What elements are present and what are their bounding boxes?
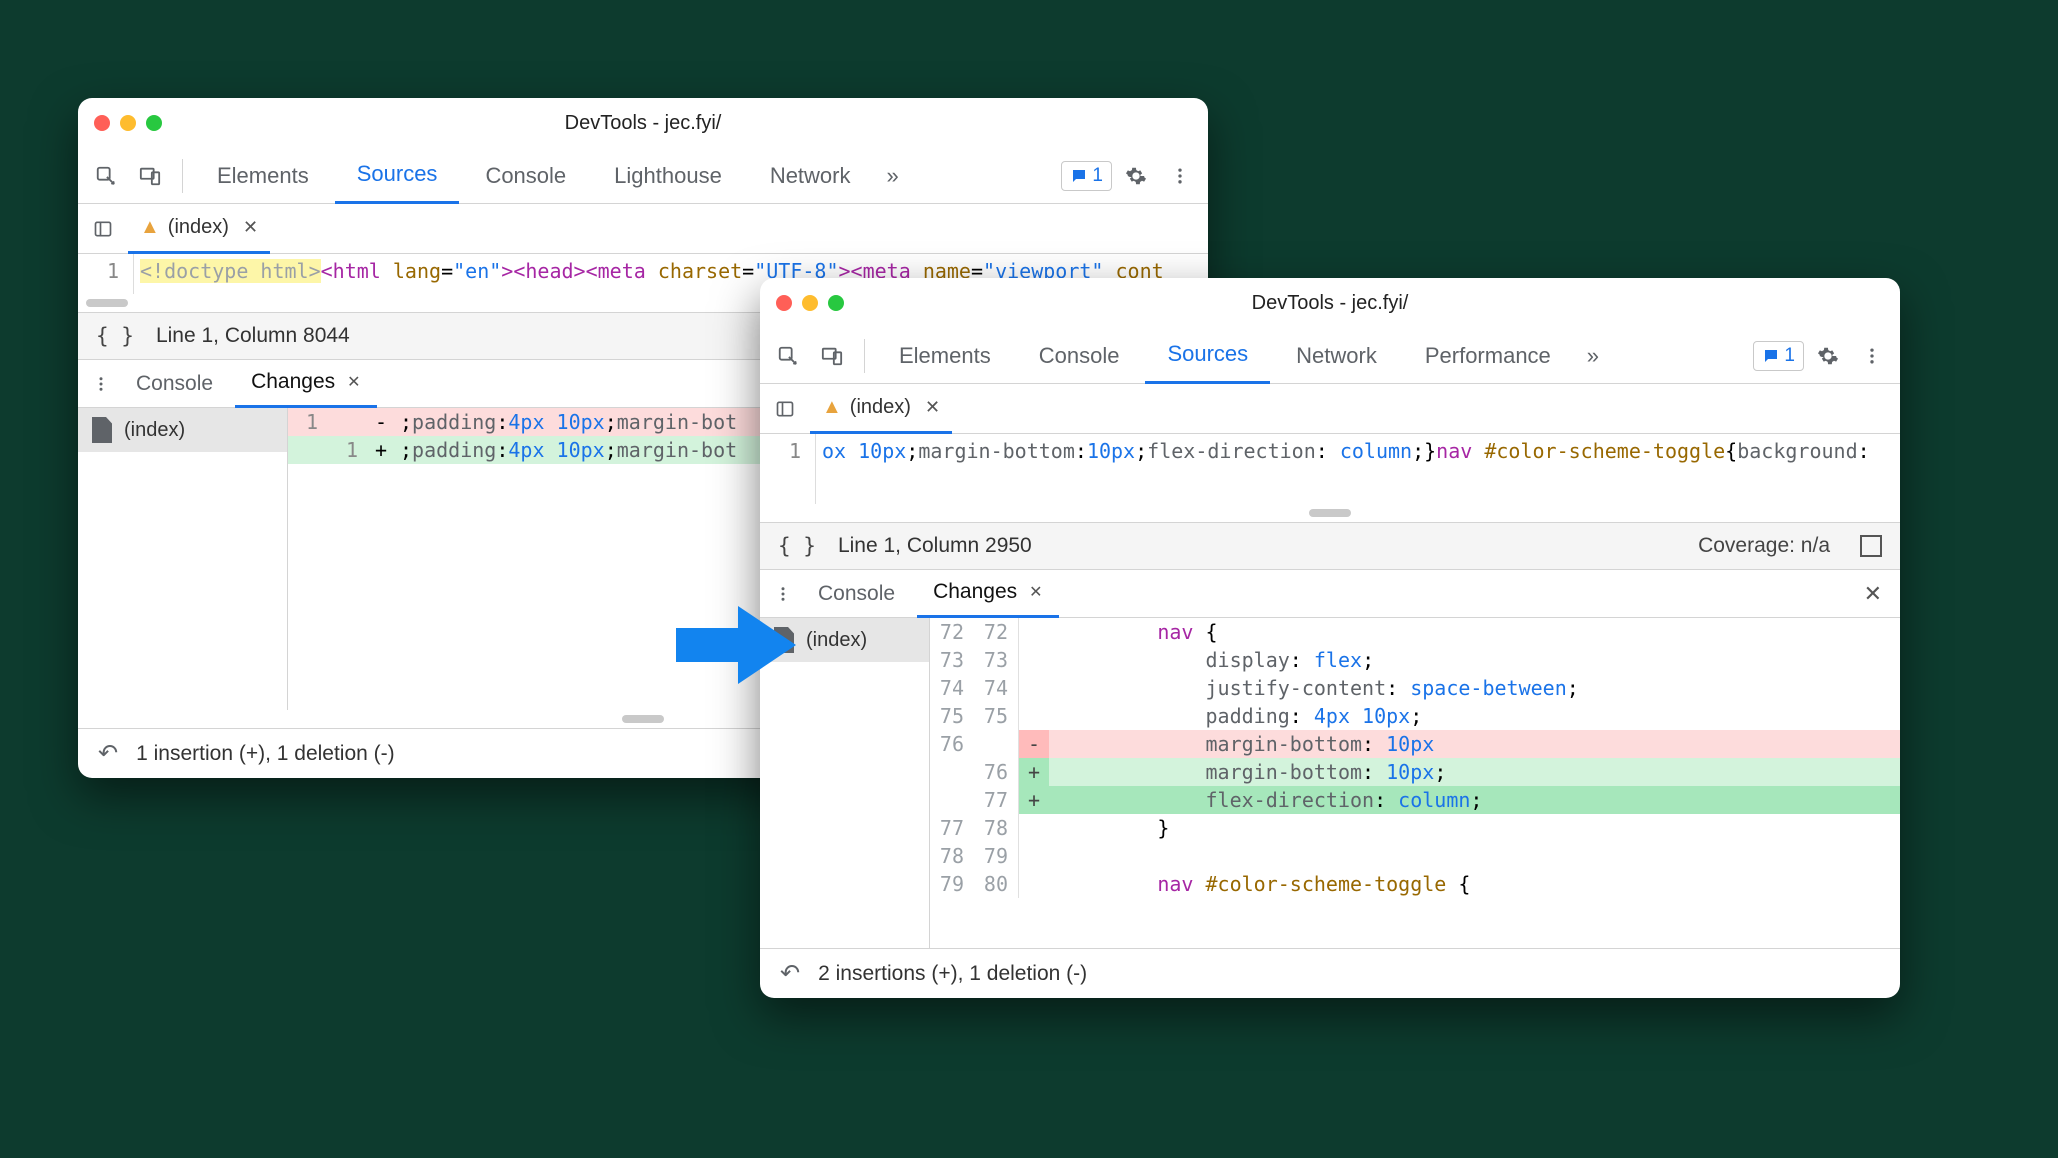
chat-icon	[1762, 347, 1780, 365]
drawer-close-icon[interactable]: ✕	[1858, 581, 1882, 607]
file-icon	[92, 417, 112, 443]
changed-file-item[interactable]: (index)	[78, 408, 287, 452]
scroll-thumb[interactable]	[622, 715, 664, 723]
chat-icon	[1070, 167, 1088, 185]
tab-console[interactable]: Console	[463, 148, 588, 204]
titlebar: DevTools - jec.fyi/	[760, 278, 1900, 328]
drawer-tab-console[interactable]: Console	[802, 570, 911, 618]
revert-icon[interactable]: ↶	[98, 739, 118, 768]
close-icon[interactable]: ✕	[237, 217, 258, 238]
window-title: DevTools - jec.fyi/	[78, 112, 1208, 135]
inspect-icon[interactable]	[86, 156, 126, 196]
settings-icon[interactable]	[1116, 156, 1156, 196]
file-tab-label: (index)	[850, 396, 911, 419]
pretty-print-icon[interactable]: { }	[778, 534, 816, 558]
drawer-tabs: Console Changes ✕ ✕	[760, 570, 1900, 618]
tab-elements[interactable]: Elements	[195, 148, 331, 204]
window-title: DevTools - jec.fyi/	[760, 292, 1900, 315]
tab-network[interactable]: Network	[748, 148, 873, 204]
cursor-position: Line 1, Column 8044	[156, 324, 350, 348]
issues-badge[interactable]: 1	[1061, 161, 1112, 191]
device-toggle-icon[interactable]	[812, 336, 852, 376]
divider	[864, 339, 865, 373]
file-name: (index)	[806, 629, 867, 652]
code-line: ox 10px;margin-bottom:10px;flex-directio…	[816, 434, 1900, 504]
changes-body: (index) 7272 nav { 7373 display: flex; 7…	[760, 618, 1900, 948]
navigator-toggle-icon[interactable]	[88, 209, 118, 249]
diff-view[interactable]: 7272 nav { 7373 display: flex; 7474 just…	[930, 618, 1900, 948]
warning-icon: ▲	[822, 396, 842, 419]
device-toggle-icon[interactable]	[130, 156, 170, 196]
settings-icon[interactable]	[1808, 336, 1848, 376]
changes-summary: 2 insertions (+), 1 deletion (-)	[818, 962, 1087, 986]
issues-count: 1	[1092, 165, 1103, 187]
drawer-tab-label: Changes	[933, 580, 1017, 604]
inspect-icon[interactable]	[768, 336, 808, 376]
code-editor[interactable]: 1 ox 10px;margin-bottom:10px;flex-direct…	[760, 434, 1900, 504]
more-tabs-icon[interactable]: »	[1577, 343, 1609, 369]
drawer-tab-changes[interactable]: Changes ✕	[235, 360, 376, 408]
divider	[182, 159, 183, 193]
issues-count: 1	[1784, 345, 1795, 367]
navigator-toggle-icon[interactable]	[770, 389, 800, 429]
issues-badge[interactable]: 1	[1753, 341, 1804, 371]
more-tabs-icon[interactable]: »	[877, 163, 909, 189]
drawer-tab-label: Changes	[251, 370, 335, 394]
close-icon[interactable]: ✕	[341, 372, 360, 392]
changed-files-pane: (index)	[78, 408, 288, 710]
tab-elements[interactable]: Elements	[877, 328, 1013, 384]
tab-performance[interactable]: Performance	[1403, 328, 1573, 384]
coverage-box-icon[interactable]	[1860, 535, 1882, 557]
arrow-icon	[676, 600, 796, 690]
devtools-window-after: DevTools - jec.fyi/ Elements Console Sou…	[760, 278, 1900, 998]
sources-secondary-bar: ▲ (index) ✕	[760, 384, 1900, 434]
drawer-tab-console[interactable]: Console	[120, 360, 229, 408]
file-tab-label: (index)	[168, 216, 229, 239]
file-tab-index[interactable]: ▲ (index) ✕	[810, 384, 952, 434]
warning-icon: ▲	[140, 216, 160, 239]
kebab-menu-icon[interactable]	[1160, 156, 1200, 196]
line-number: 1	[78, 256, 119, 286]
main-toolbar: Elements Sources Console Lighthouse Netw…	[78, 148, 1208, 204]
coverage-label: Coverage: n/a	[1698, 534, 1830, 558]
pretty-print-icon[interactable]: { }	[96, 324, 134, 348]
cursor-position: Line 1, Column 2950	[838, 534, 1032, 558]
changes-footer: ↶ 2 insertions (+), 1 deletion (-)	[760, 948, 1900, 998]
file-name: (index)	[124, 419, 185, 442]
file-tab-index[interactable]: ▲ (index) ✕	[128, 204, 270, 254]
changes-summary: 1 insertion (+), 1 deletion (-)	[136, 742, 395, 766]
line-number: 1	[760, 436, 801, 466]
scroll-thumb[interactable]	[1309, 509, 1351, 517]
kebab-menu-icon[interactable]	[88, 364, 114, 404]
titlebar: DevTools - jec.fyi/	[78, 98, 1208, 148]
kebab-menu-icon[interactable]	[1852, 336, 1892, 376]
tab-console[interactable]: Console	[1017, 328, 1142, 384]
tab-sources[interactable]: Sources	[1145, 328, 1270, 384]
close-icon[interactable]: ✕	[919, 397, 940, 418]
main-toolbar: Elements Console Sources Network Perform…	[760, 328, 1900, 384]
tab-network[interactable]: Network	[1274, 328, 1399, 384]
close-icon[interactable]: ✕	[1023, 582, 1042, 602]
sources-secondary-bar: ▲ (index) ✕	[78, 204, 1208, 254]
drawer-tab-changes[interactable]: Changes ✕	[917, 570, 1058, 618]
h-scrollbar[interactable]	[760, 504, 1900, 522]
tab-sources[interactable]: Sources	[335, 148, 460, 204]
editor-status-bar: { } Line 1, Column 2950 Coverage: n/a	[760, 522, 1900, 570]
scroll-thumb[interactable]	[86, 299, 128, 307]
revert-icon[interactable]: ↶	[780, 959, 800, 988]
tab-lighthouse[interactable]: Lighthouse	[592, 148, 744, 204]
